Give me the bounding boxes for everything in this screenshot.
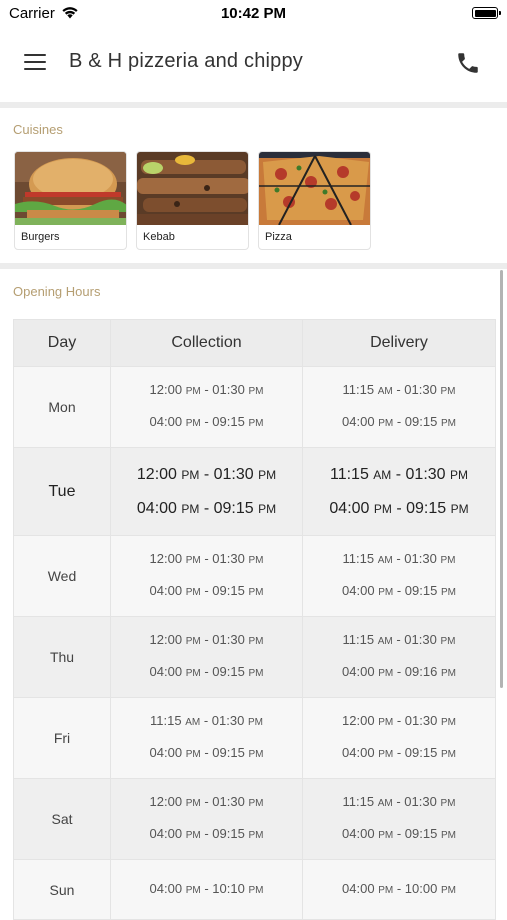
time-range: 04:00 PM - 10:00 PM bbox=[342, 880, 456, 896]
opening-hours-table: Day Collection Delivery Mon 12:00 PM - 01… bbox=[13, 319, 496, 920]
time-range: 11:15 AM - 01:30 PM bbox=[150, 713, 263, 728]
table-row: Sat 12:00 PM - 01:30 PM 04:00 PM - 09:15 P… bbox=[13, 778, 496, 860]
delivery-cell: 11:15 AM - 01:30 PM 04:00 PM - 09:15 PM bbox=[302, 778, 496, 860]
time-range: 11:15 AM - 01:30 PM bbox=[342, 794, 456, 809]
collection-cell: 12:00 PM - 01:30 PM 04:00 PM - 09:15 PM bbox=[110, 616, 303, 698]
nav-bar: B & H pizzeria and chippy bbox=[0, 30, 507, 102]
hamburger-menu-icon[interactable] bbox=[24, 54, 46, 70]
time-range: 04:00 PM - 09:15 PM bbox=[342, 583, 456, 598]
phone-icon[interactable] bbox=[455, 50, 481, 76]
time-range: 04:00 PM - 09:15 PM bbox=[342, 414, 456, 429]
collection-cell: 11:15 AM - 01:30 PM 04:00 PM - 09:15 PM bbox=[110, 697, 303, 779]
time-range: 12:00 PM - 01:30 PM bbox=[149, 632, 264, 647]
battery-icon bbox=[472, 7, 501, 19]
delivery-cell: 12:00 PM - 01:30 PM 04:00 PM - 09:15 PM bbox=[302, 697, 496, 779]
time-range: 11:15 AM - 01:30 PM bbox=[329, 465, 469, 483]
cuisine-label: Kebab bbox=[143, 231, 175, 243]
pizza-image bbox=[259, 152, 370, 225]
time-range: 11:15 AM - 01:30 PM bbox=[342, 551, 456, 566]
kebab-image bbox=[137, 152, 248, 225]
section-divider bbox=[0, 102, 507, 108]
time-range: 12:00 PM - 01:30 PM bbox=[149, 794, 264, 809]
time-range: 04:00 PM - 09:15 PM bbox=[149, 664, 264, 679]
day-cell: Tue bbox=[13, 447, 111, 536]
day-cell: Mon bbox=[13, 366, 111, 448]
column-header-delivery: Delivery bbox=[302, 319, 496, 367]
status-bar: Carrier 10:42 PM bbox=[0, 0, 507, 30]
table-row: Tue 12:00 PM - 01:30 PM 04:00 PM - 09:15 P… bbox=[13, 447, 496, 536]
time-range: 04:00 PM - 09:15 PM bbox=[342, 745, 456, 760]
time-range: 04:00 PM - 09:15 PM bbox=[136, 499, 277, 517]
delivery-cell: 11:15 AM - 01:30 PM 04:00 PM - 09:16 PM bbox=[302, 616, 496, 698]
page-title: B & H pizzeria and chippy bbox=[69, 50, 304, 72]
day-cell: Sun bbox=[13, 859, 111, 920]
time-range: 04:00 PM - 09:15 PM bbox=[149, 414, 264, 429]
time-range: 11:15 AM - 01:30 PM bbox=[342, 632, 456, 647]
table-row: Wed 12:00 PM - 01:30 PM 04:00 PM - 09:15 P… bbox=[13, 535, 496, 617]
collection-cell: 12:00 PM - 01:30 PM 04:00 PM - 09:15 PM bbox=[110, 447, 303, 536]
collection-cell: 12:00 PM - 01:30 PM 04:00 PM - 09:15 PM bbox=[110, 366, 303, 448]
day-cell: Sat bbox=[13, 778, 111, 860]
column-header-day: Day bbox=[13, 319, 111, 367]
time-range: 04:00 PM - 09:15 PM bbox=[149, 745, 264, 760]
delivery-cell: 11:15 AM - 01:30 PM 04:00 PM - 09:15 PM bbox=[302, 366, 496, 448]
delivery-cell: 11:15 AM - 01:30 PM 04:00 PM - 09:15 PM bbox=[302, 447, 496, 536]
cuisine-label: Burgers bbox=[21, 231, 60, 243]
time-range: 04:00 PM - 10:10 PM bbox=[149, 880, 264, 896]
time-range: 12:00 PM - 01:30 PM bbox=[149, 551, 264, 566]
table-row: Mon 12:00 PM - 01:30 PM 04:00 PM - 09:15 P… bbox=[13, 366, 496, 448]
time-range: 12:00 PM - 01:30 PM bbox=[136, 465, 277, 483]
table-row: Sun 04:00 PM - 10:10 PM 04:00 PM - 10:00 P… bbox=[13, 859, 496, 920]
time-range: 04:00 PM - 09:15 PM bbox=[329, 499, 469, 517]
burger-image bbox=[15, 152, 126, 225]
collection-cell: 04:00 PM - 10:10 PM bbox=[110, 859, 303, 920]
time-range: 12:00 PM - 01:30 PM bbox=[149, 382, 264, 397]
table-row: Thu 12:00 PM - 01:30 PM 04:00 PM - 09:15 P… bbox=[13, 616, 496, 698]
day-cell: Fri bbox=[13, 697, 111, 779]
cuisines-title: Cuisines bbox=[13, 122, 63, 137]
cuisine-label: Pizza bbox=[265, 231, 292, 243]
time-range: 04:00 PM - 09:15 PM bbox=[342, 826, 456, 841]
cuisine-card-kebab[interactable]: Kebab bbox=[136, 151, 249, 250]
section-divider bbox=[0, 263, 507, 269]
clock: 10:42 PM bbox=[220, 5, 287, 22]
cuisine-card-pizza[interactable]: Pizza bbox=[258, 151, 371, 250]
table-header-row: Day Collection Delivery bbox=[13, 319, 496, 367]
collection-cell: 12:00 PM - 01:30 PM 04:00 PM - 09:15 PM bbox=[110, 535, 303, 617]
time-range: 12:00 PM - 01:30 PM bbox=[342, 713, 456, 728]
delivery-cell: 11:15 AM - 01:30 PM 04:00 PM - 09:15 PM bbox=[302, 535, 496, 617]
day-cell: Thu bbox=[13, 616, 111, 698]
time-range: 04:00 PM - 09:15 PM bbox=[149, 826, 264, 841]
collection-cell: 12:00 PM - 01:30 PM 04:00 PM - 09:15 PM bbox=[110, 778, 303, 860]
day-cell: Wed bbox=[13, 535, 111, 617]
time-range: 11:15 AM - 01:30 PM bbox=[342, 382, 456, 397]
cuisine-card-burgers[interactable]: Burgers bbox=[14, 151, 127, 250]
time-range: 04:00 PM - 09:15 PM bbox=[149, 583, 264, 598]
time-range: 04:00 PM - 09:16 PM bbox=[342, 664, 456, 679]
delivery-cell: 04:00 PM - 10:00 PM bbox=[302, 859, 496, 920]
column-header-collection: Collection bbox=[110, 319, 303, 367]
table-row: Fri 11:15 AM - 01:30 PM 04:00 PM - 09:15 P… bbox=[13, 697, 496, 779]
opening-hours-title: Opening Hours bbox=[13, 284, 101, 299]
scrollbar[interactable] bbox=[500, 270, 503, 688]
